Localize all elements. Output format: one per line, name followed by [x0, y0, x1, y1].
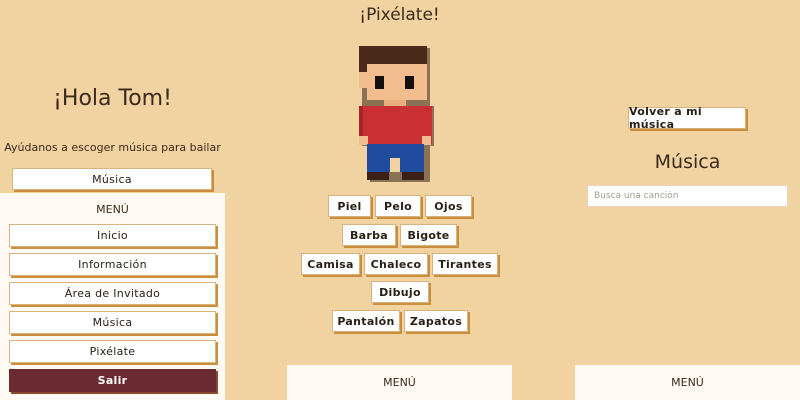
menu-item-salir[interactable]: Salir [9, 369, 216, 392]
menu-item-musica[interactable]: Música [9, 311, 216, 334]
option-pelo[interactable]: Pelo [375, 195, 421, 217]
right-menu-footer[interactable]: MENÚ [575, 365, 800, 400]
avatar-hand-left [359, 136, 368, 145]
side-menu: MENÚ Inicio Información Área de Invitado… [0, 193, 225, 400]
music-title: Música [654, 151, 721, 173]
option-dibujo[interactable]: Dibujo [371, 281, 429, 303]
pixelate-title: ¡Pixélate! [359, 5, 440, 25]
greeting-subtitle: Ayúdanos a escoger música para bailar [4, 141, 221, 154]
center-menu-footer[interactable]: MENÚ [287, 365, 512, 400]
pixel-avatar [359, 46, 434, 182]
avatar-eye-right [405, 76, 414, 89]
option-chaleco[interactable]: Chaleco [364, 253, 428, 275]
avatar-eye-left [375, 76, 384, 89]
avatar-shirt [359, 106, 432, 144]
song-search-input[interactable] [587, 185, 788, 207]
option-piel[interactable]: Piel [328, 195, 371, 217]
option-zapatos[interactable]: Zapatos [404, 310, 468, 332]
menu-item-inicio[interactable]: Inicio [9, 224, 216, 247]
greeting-heading: ¡Hola Tom! [53, 86, 172, 111]
option-bigote[interactable]: Bigote [400, 224, 457, 246]
option-ojos[interactable]: Ojos [425, 195, 472, 217]
menu-title: MENÚ [96, 203, 129, 216]
avatar-shoe-right [402, 172, 424, 180]
option-camisa[interactable]: Camisa [301, 253, 360, 275]
music-button[interactable]: Música [12, 168, 212, 190]
menu-item-area-invitado[interactable]: Área de Invitado [9, 282, 216, 305]
option-tirantes[interactable]: Tirantes [432, 253, 498, 275]
avatar-shoe-left [367, 172, 389, 180]
avatar-hand-right [422, 136, 431, 145]
menu-item-pixelate[interactable]: Pixélate [9, 340, 216, 363]
back-to-music-button[interactable]: Volver a mi música [628, 105, 746, 131]
menu-item-informacion[interactable]: Información [9, 253, 216, 276]
option-pantalon[interactable]: Pantalón [332, 310, 400, 332]
option-barba[interactable]: Barba [342, 224, 396, 246]
